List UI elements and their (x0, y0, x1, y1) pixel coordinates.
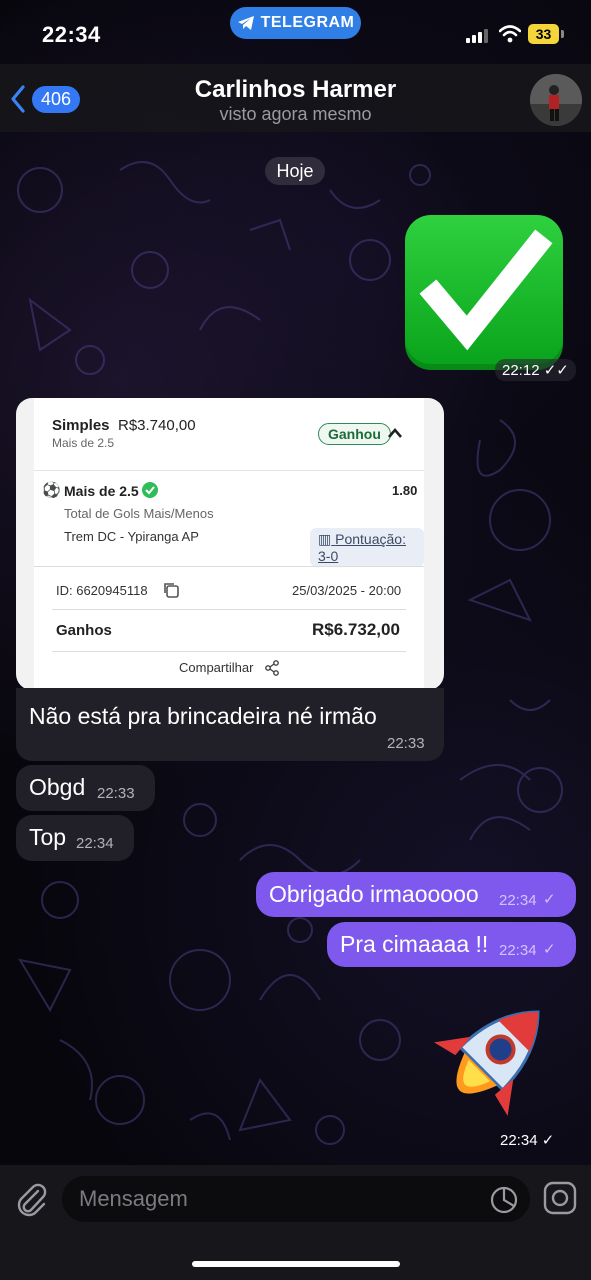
odds-value: 1.80 (392, 483, 418, 498)
selection-label: Mais de 2.5 (64, 483, 139, 499)
cellular-signal-icon (466, 29, 488, 43)
attachment-paperclip-icon[interactable] (14, 1181, 48, 1217)
bet-id: ID: 6620945118 (56, 583, 148, 598)
battery-tip (561, 30, 564, 38)
share-icon[interactable] (264, 660, 280, 676)
divider (52, 609, 406, 610)
won-status-badge: Ganhou (318, 423, 391, 445)
status-bar: 22:34 TELEGRAM 33 (0, 0, 591, 64)
winnings-label: Ganhos (56, 622, 112, 639)
date-separator: Hoje (265, 157, 325, 185)
bet-stake: R$3.740,00 (118, 417, 196, 434)
wifi-icon (499, 25, 521, 43)
share-label[interactable]: Compartilhar (179, 660, 253, 675)
message-text: Obrigado irmaooooo (269, 881, 479, 907)
message-time: 22:33 (97, 785, 135, 802)
read-check-icon: ✓ (543, 891, 556, 908)
sticker-timestamp: 22:34 ✓ (493, 1129, 561, 1151)
sticker-clock-icon[interactable] (490, 1186, 518, 1214)
message-composer: Mensagem (0, 1165, 591, 1280)
message-text: Pra cimaaaa !! (340, 931, 489, 957)
battery-indicator: 33 (528, 24, 559, 44)
home-indicator[interactable] (192, 1261, 400, 1267)
sticker-time: 22:12 (502, 362, 540, 379)
last-seen-status: visto agora mesmo (219, 104, 372, 124)
contact-avatar[interactable] (530, 74, 582, 126)
chat-header: 406 Carlinhos Harmer visto agora mesmo (0, 64, 591, 132)
message-text: Obgd (29, 774, 86, 800)
market-label: Total de Gols Mais/Menos (64, 506, 214, 521)
message-time: 22:33 (387, 735, 425, 752)
incoming-message[interactable]: Não está pra brincadeira né irmão 22:33 (16, 688, 444, 761)
score-label: Pontuação: 3-0 (318, 531, 406, 564)
telegram-pill-label: TELEGRAM (260, 14, 355, 31)
bet-slip-panel: Simples R$3.740,00 Mais de 2.5 Ganhou ⚽ … (34, 398, 424, 688)
camera-video-message-icon[interactable] (543, 1181, 577, 1215)
rocket-sticker[interactable] (400, 985, 570, 1145)
sticker-time: 22:34 (500, 1132, 538, 1149)
copy-icon[interactable] (162, 581, 180, 599)
telegram-return-pill[interactable]: TELEGRAM (230, 7, 361, 39)
divider (52, 651, 406, 652)
read-check-icon: ✓ (543, 941, 556, 958)
bar-chart-icon: ▥ (318, 531, 332, 547)
divider (34, 566, 424, 567)
bet-datetime: 25/03/2025 - 20:00 (292, 583, 402, 598)
contact-name[interactable]: Carlinhos Harmer (0, 76, 591, 104)
winnings-value: R$6.732,00 (312, 620, 400, 639)
message-time: 22:34 (76, 835, 114, 852)
sticker-timestamp: 22:12 ✓✓ (495, 359, 576, 381)
avatar-figure-icon (530, 74, 582, 126)
message-input[interactable]: Mensagem (62, 1176, 530, 1222)
message-input-placeholder: Mensagem (79, 1186, 188, 1211)
check-mark-icon (419, 229, 553, 351)
message-time: 22:34 (499, 942, 537, 959)
incoming-message[interactable]: Obgd 22:33 (16, 765, 155, 811)
outgoing-message[interactable]: Pra cimaaaa !! 22:34 ✓ (327, 922, 576, 967)
chevron-up-icon[interactable] (387, 427, 403, 439)
bet-type-label: Simples (52, 417, 110, 434)
bet-slip-image[interactable]: Simples R$3.740,00 Mais de 2.5 Ganhou ⚽ … (16, 398, 444, 690)
match-label: Trem DC - Ypiranga AP (64, 529, 199, 544)
message-time: 22:34 (499, 892, 537, 909)
status-time: 22:34 (42, 22, 101, 47)
score-link[interactable]: ▥ Pontuação: 3-0 (310, 528, 424, 567)
telegram-plane-icon (237, 16, 254, 30)
check-mark-sticker[interactable] (405, 215, 563, 370)
divider (34, 470, 424, 471)
message-text: Não está pra brincadeira né irmão (29, 703, 377, 729)
soccer-ball-icon: ⚽ (42, 482, 61, 499)
double-check-read-icon: ✓✓ (543, 362, 569, 379)
incoming-message[interactable]: Top 22:34 (16, 815, 134, 861)
message-text: Top (29, 824, 67, 850)
verified-check-icon (142, 482, 158, 498)
bet-sub-label: Mais de 2.5 (52, 436, 115, 450)
outgoing-message[interactable]: Obrigado irmaooooo 22:34 ✓ (256, 872, 576, 917)
read-check-icon: ✓ (541, 1132, 555, 1149)
